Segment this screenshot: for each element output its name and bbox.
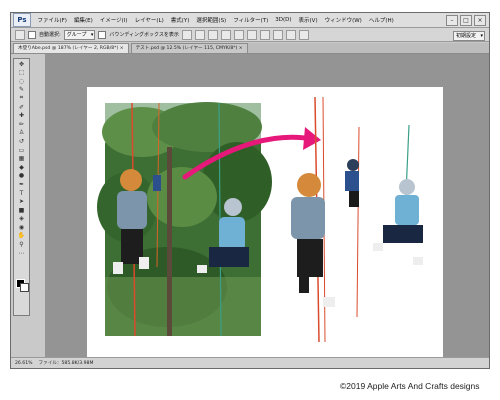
move-tool-icon[interactable] — [15, 29, 25, 40]
menu-edit[interactable]: 編集(E) — [70, 16, 96, 24]
brush-tool-icon[interactable]: ✏ — [16, 121, 27, 128]
path-select-tool-icon[interactable]: ➤ — [16, 198, 27, 205]
gradient-tool-icon[interactable]: ▦ — [16, 155, 27, 162]
close-button[interactable]: × — [474, 15, 486, 26]
menu-window[interactable]: ウィンドウ(W) — [321, 16, 365, 24]
hand-tool-icon[interactable]: ✋ — [16, 232, 27, 239]
background-color-swatch[interactable] — [20, 283, 29, 292]
menu-type[interactable]: 書式(Y) — [167, 16, 193, 24]
zoom-tool-icon[interactable]: ⚲ — [16, 241, 27, 248]
quick-select-tool-icon[interactable]: ✎ — [16, 86, 27, 93]
menu-bar: Ps ファイル(F) 編集(E) イメージ(I) レイヤー(L) 書式(Y) 選… — [11, 13, 489, 28]
menu-select[interactable]: 選択範囲(S) — [193, 16, 230, 24]
tools-panel: ✥ ⬚ ◌ ✎ ⌗ ✐ ✚ ✏ ♙ ↺ ▭ ▦ ◆ ● ✒ T ➤ ■ ◈ ◉ … — [13, 58, 30, 316]
document-canvas[interactable] — [87, 87, 443, 359]
eraser-tool-icon[interactable]: ▭ — [16, 147, 27, 154]
bounding-box-label: バウンディングボックスを表示 — [109, 32, 179, 38]
healing-tool-icon[interactable]: ✚ — [16, 112, 27, 119]
lasso-tool-icon[interactable]: ◌ — [16, 78, 27, 85]
menu-image[interactable]: イメージ(I) — [96, 16, 131, 24]
move-tool-icon[interactable]: ✥ — [16, 61, 27, 68]
pen-tool-icon[interactable]: ✒ — [16, 181, 27, 188]
extra-tool-icon[interactable]: ⋯ — [16, 250, 27, 257]
menu-layer[interactable]: レイヤー(L) — [131, 16, 167, 24]
distribute-2-icon[interactable] — [272, 29, 283, 40]
marquee-tool-icon[interactable]: ⬚ — [16, 69, 27, 76]
align-right-icon[interactable] — [246, 29, 257, 40]
align-middle-icon[interactable] — [194, 29, 205, 40]
align-center-icon[interactable] — [233, 29, 244, 40]
history-brush-tool-icon[interactable]: ↺ — [16, 138, 27, 145]
3d-camera-tool-icon[interactable]: ◉ — [16, 224, 27, 231]
auto-select-checkbox[interactable] — [28, 30, 36, 39]
menu-3d[interactable]: 3D(D) — [272, 17, 295, 23]
distribute-4-icon[interactable] — [298, 29, 309, 40]
file-info[interactable]: ファイル：585.8K/3.98M — [39, 360, 94, 366]
copyright-text: ©2019 Apple Arts And Crafts designs — [340, 381, 480, 391]
minimize-button[interactable]: – — [446, 15, 458, 26]
distribute-icon[interactable] — [259, 29, 270, 40]
window-controls: – □ × — [446, 15, 486, 26]
photoshop-logo: Ps — [13, 13, 31, 27]
crop-tool-icon[interactable]: ⌗ — [16, 94, 27, 102]
bounding-box-checkbox[interactable] — [98, 30, 107, 39]
workspace-dropdown[interactable]: 初期設定 — [452, 31, 485, 41]
clone-stamp-tool-icon[interactable]: ♙ — [16, 129, 27, 136]
eyedropper-tool-icon[interactable]: ✐ — [16, 104, 27, 111]
photoshop-window: Ps ファイル(F) 編集(E) イメージ(I) レイヤー(L) 書式(Y) 選… — [10, 12, 490, 369]
shape-tool-icon[interactable]: ■ — [16, 207, 27, 214]
menu-file[interactable]: ファイル(F) — [34, 16, 70, 24]
original-photo — [97, 102, 272, 337]
zoom-level[interactable]: 26.61% — [15, 361, 33, 366]
menu-filter[interactable]: フィルター(T) — [230, 16, 272, 24]
align-bottom-icon[interactable] — [207, 29, 218, 40]
maximize-button[interactable]: □ — [460, 15, 472, 26]
options-bar: 自動選択: グループ バウンディングボックスを表示 初期設定 — [11, 28, 489, 42]
status-bar: 26.61% ファイル：585.8K/3.98M — [11, 357, 489, 368]
tab-document-2[interactable]: テスト.psd @ 12.5% (レイヤー 115, CMYK/8*) × — [130, 43, 248, 53]
distribute-3-icon[interactable] — [285, 29, 296, 40]
dodge-tool-icon[interactable]: ● — [16, 172, 27, 179]
auto-select-label: 自動選択: — [39, 32, 61, 38]
type-tool-icon[interactable]: T — [16, 190, 27, 197]
document-tabs: 木登りAbe.psd @ 187% (レイヤー 2, RGB/8*) × テスト… — [11, 43, 489, 54]
tab-document-1[interactable]: 木登りAbe.psd @ 187% (レイヤー 2, RGB/8*) × — [13, 43, 129, 53]
menu-view[interactable]: 表示(V) — [295, 16, 321, 24]
3d-tool-icon[interactable]: ◈ — [16, 215, 27, 222]
menu-help[interactable]: ヘルプ(H) — [365, 16, 397, 24]
blur-tool-icon[interactable]: ◆ — [16, 164, 27, 171]
align-left-icon[interactable] — [220, 29, 231, 40]
artwork — [97, 96, 423, 343]
auto-select-dropdown[interactable]: グループ — [63, 29, 96, 40]
align-top-icon[interactable] — [181, 29, 192, 40]
